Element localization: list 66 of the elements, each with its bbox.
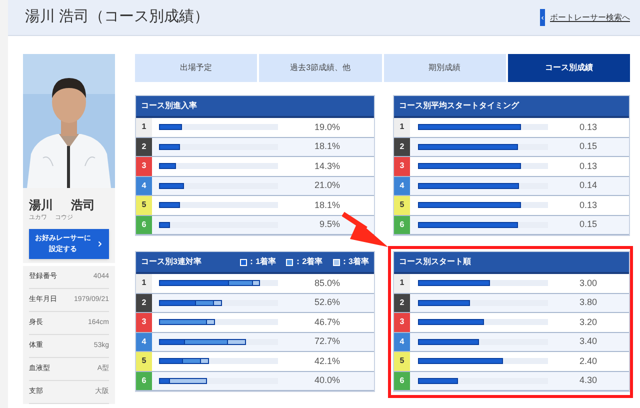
table-value: 72.7% bbox=[314, 335, 340, 348]
table-value: 18.1% bbox=[314, 140, 340, 153]
tab[interactable]: 出場予定 bbox=[135, 54, 258, 82]
table-value: 9.5% bbox=[319, 218, 340, 231]
lane-number: 4 bbox=[394, 332, 410, 351]
lane-number: 4 bbox=[136, 332, 152, 351]
page-title: 湯川 浩司（コース別成績） bbox=[25, 7, 210, 28]
table-value: 0.13 bbox=[579, 198, 597, 212]
table-title: コース別平均スタートタイミング bbox=[399, 100, 520, 112]
racer-name: 浩司 bbox=[71, 197, 95, 214]
table-value: 40.0% bbox=[314, 374, 340, 387]
legend-label: ：2着率 bbox=[294, 256, 323, 268]
lane-number: 2 bbox=[394, 138, 410, 156]
lane-number: 5 bbox=[394, 196, 410, 214]
racer-name: 湯川 bbox=[29, 197, 53, 214]
tab[interactable]: 過去3節成績、他 bbox=[259, 54, 382, 82]
lane-number: 5 bbox=[136, 352, 152, 370]
lane-number: 6 bbox=[394, 216, 410, 234]
tab[interactable]: 期別成績 bbox=[384, 54, 506, 82]
table-value: 0.13 bbox=[579, 160, 597, 172]
lane-number: 5 bbox=[394, 352, 410, 370]
lane-number: 1 bbox=[136, 118, 152, 136]
legend-label: ：1着率 bbox=[248, 256, 276, 268]
table-value: 3.80 bbox=[579, 296, 597, 309]
tab[interactable]: コース別成績 bbox=[508, 54, 630, 82]
table-value: 0.13 bbox=[579, 120, 597, 134]
table-value: 2.40 bbox=[579, 354, 597, 368]
lane-number: 1 bbox=[394, 274, 410, 292]
search-link[interactable]: ボートレーサー検索へ bbox=[550, 12, 630, 24]
chevron-right-icon bbox=[96, 240, 104, 248]
table-value: 18.1% bbox=[314, 198, 340, 212]
table-value: 3.40 bbox=[579, 335, 597, 348]
lane-number: 3 bbox=[136, 313, 152, 332]
table-value: 21.0% bbox=[314, 179, 340, 192]
table-value: 14.3% bbox=[314, 160, 340, 172]
lane-number: 3 bbox=[136, 157, 152, 176]
lane-number: 2 bbox=[394, 294, 410, 312]
lane-number: 3 bbox=[394, 313, 410, 332]
lane-number: 3 bbox=[394, 157, 410, 176]
lane-number: 6 bbox=[136, 216, 152, 234]
table-title: コース別進入率 bbox=[141, 100, 198, 112]
table-value: 52.6% bbox=[314, 296, 340, 309]
table-value: 0.14 bbox=[579, 179, 597, 192]
lane-number: 4 bbox=[394, 176, 410, 195]
lane-number: 5 bbox=[136, 196, 152, 214]
lane-number: 2 bbox=[136, 294, 152, 312]
arrow bbox=[342, 211, 390, 249]
table-title: コース別スタート順 bbox=[399, 256, 472, 268]
table-value: 85.0% bbox=[314, 276, 340, 290]
chevron-left-icon bbox=[540, 9, 545, 26]
table-value: 19.0% bbox=[314, 120, 340, 134]
table-value: 0.15 bbox=[579, 140, 597, 153]
lane-number: 1 bbox=[136, 274, 152, 292]
lane-number: 1 bbox=[394, 118, 410, 136]
table-value: 3.20 bbox=[579, 316, 597, 328]
table-value: 0.15 bbox=[579, 218, 597, 231]
lane-number: 6 bbox=[136, 372, 152, 390]
table-value: 3.00 bbox=[579, 276, 597, 290]
lane-number: 2 bbox=[136, 138, 152, 156]
lane-number: 4 bbox=[136, 176, 152, 195]
table-value: 46.7% bbox=[314, 316, 340, 328]
table-title: コース別3連対率 bbox=[141, 256, 202, 268]
table-value: 42.1% bbox=[314, 354, 340, 368]
lane-number: 6 bbox=[394, 372, 410, 390]
legend-label: ：3着率 bbox=[340, 256, 369, 268]
table-value: 4.30 bbox=[579, 374, 597, 387]
